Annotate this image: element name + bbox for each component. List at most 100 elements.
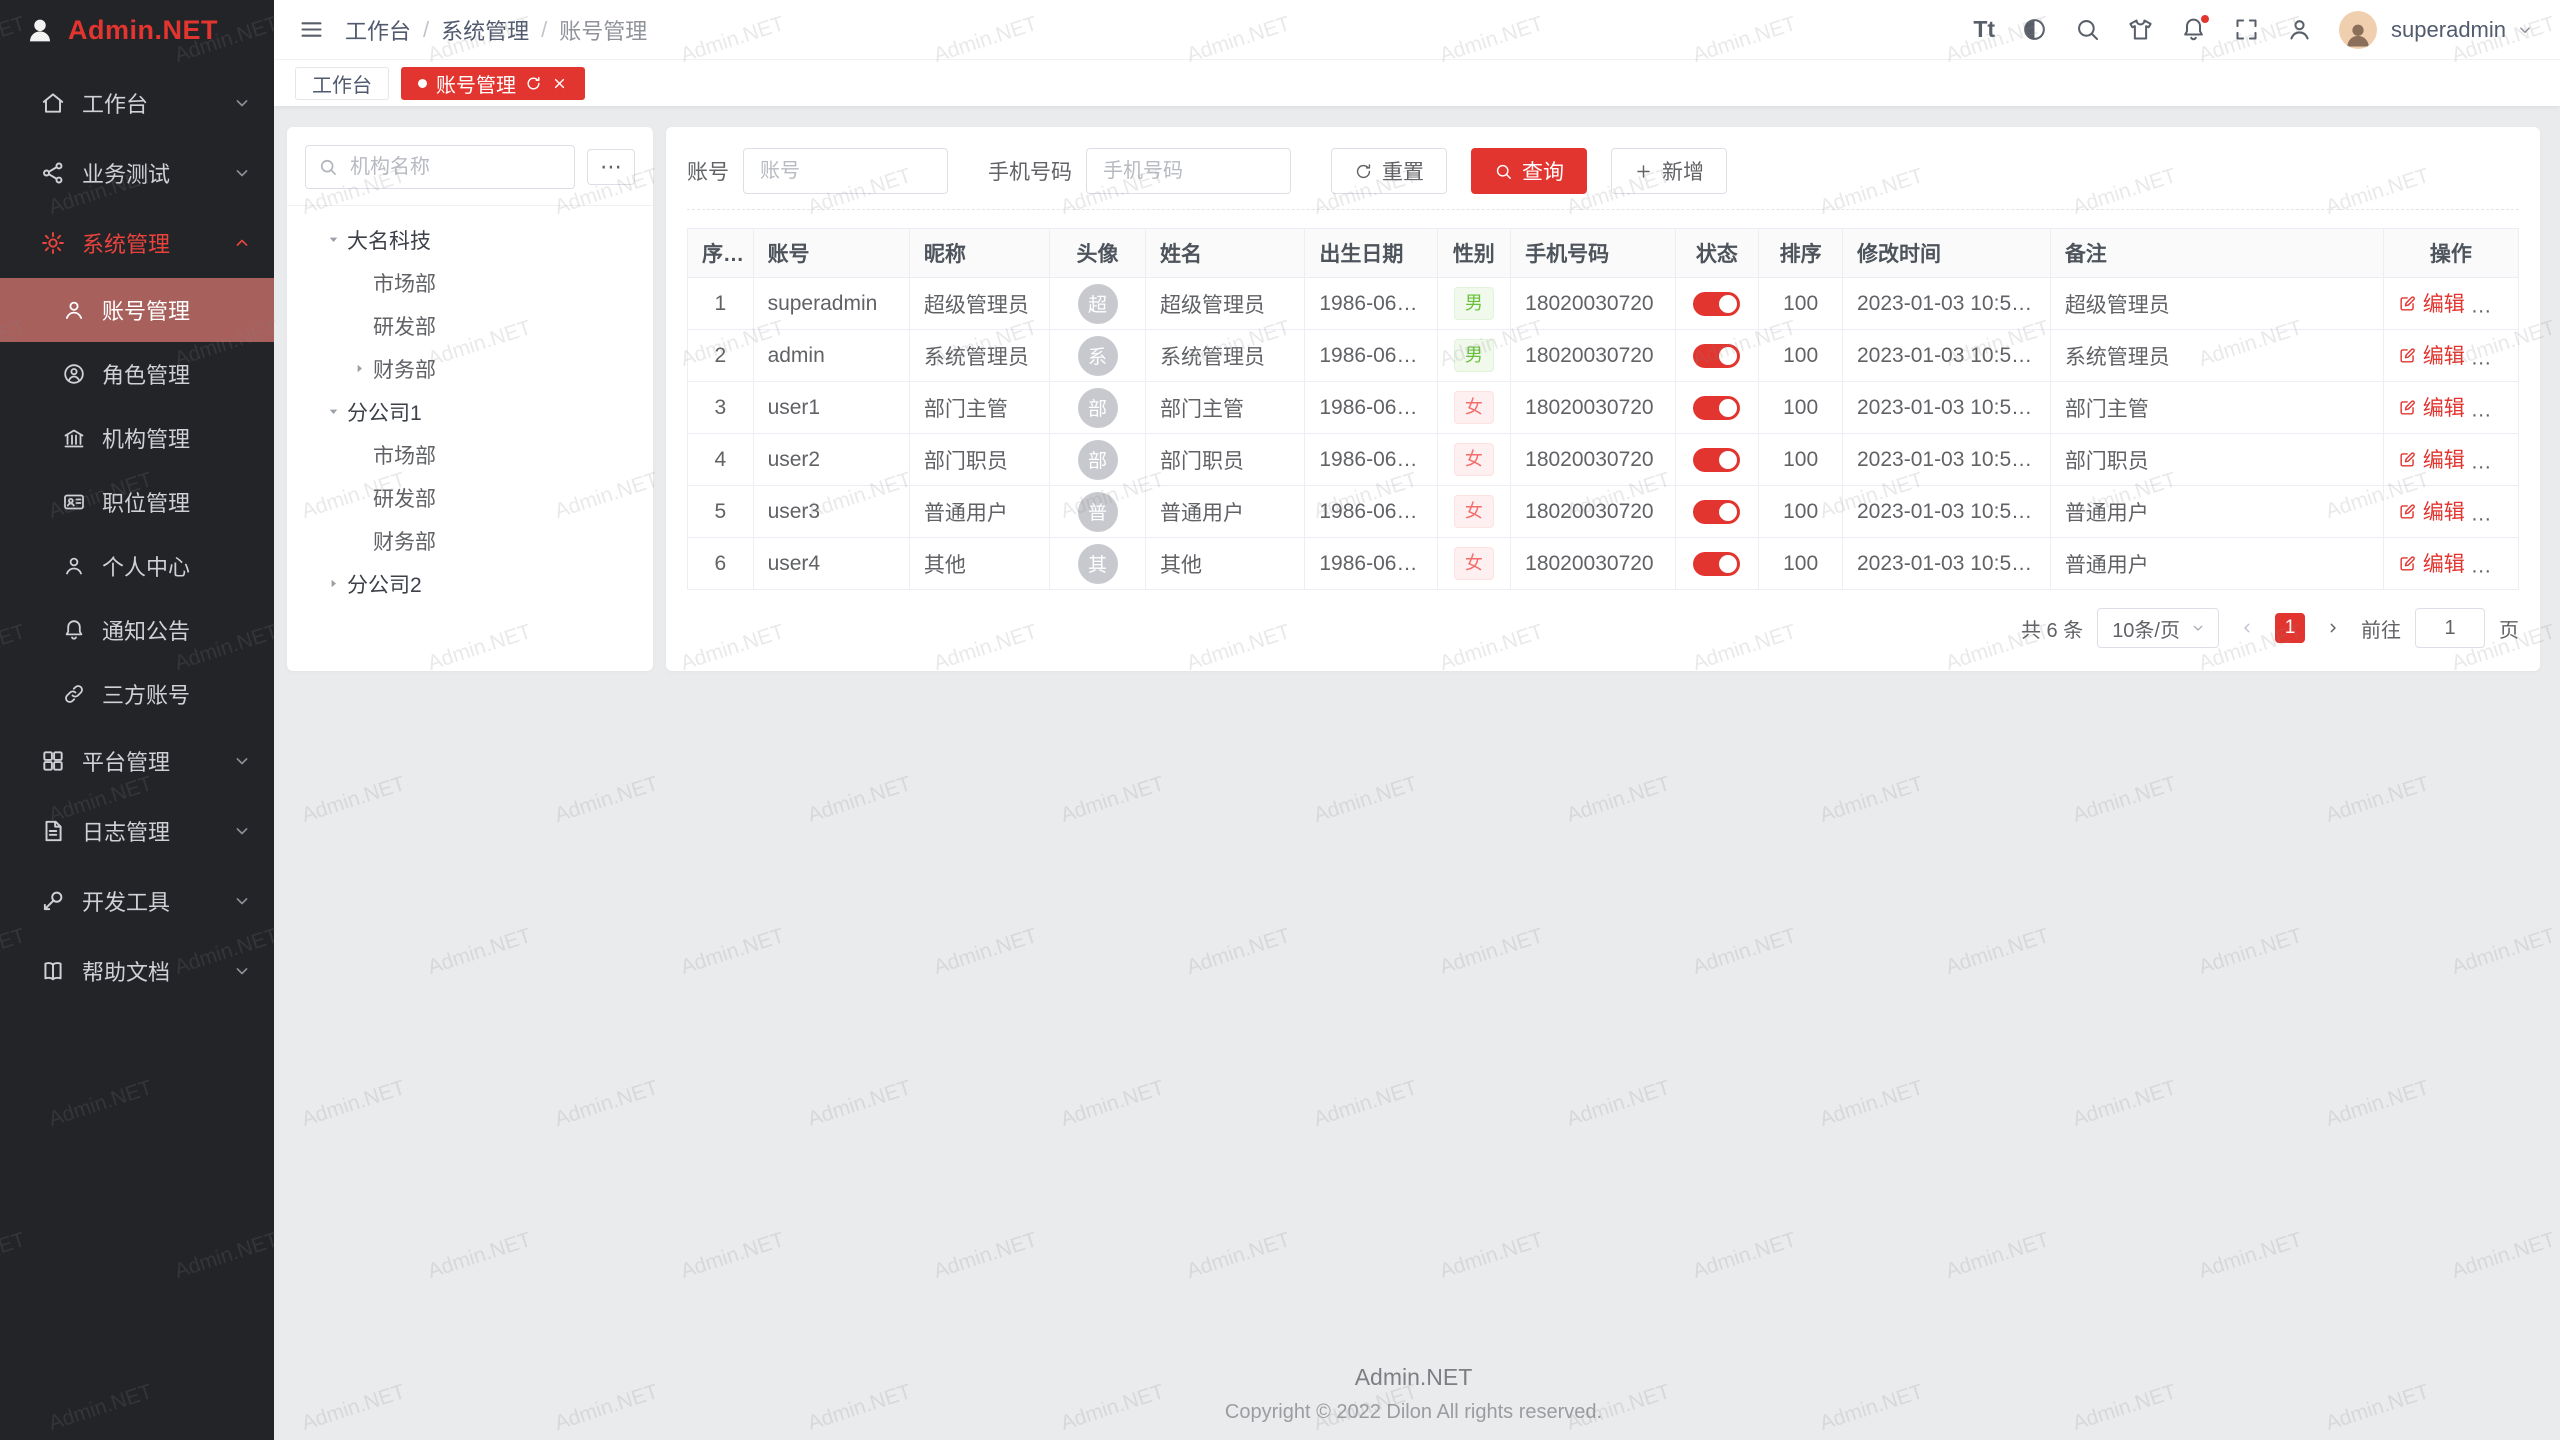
sidebar-item-position-management[interactable]: 职位管理 <box>0 470 274 534</box>
status-toggle[interactable] <box>1693 552 1740 576</box>
table-row: 6 user4 其他 其 其他 1986-06-28 女 18020030720… <box>688 538 2519 590</box>
more-actions-button[interactable]: ⋯ <box>2491 451 2513 474</box>
more-actions-button[interactable]: ⋯ <box>2491 555 2513 578</box>
caret-down-icon[interactable] <box>319 390 347 433</box>
row-avatar: 普 <box>1078 492 1118 532</box>
fullscreen-icon[interactable] <box>2233 16 2260 43</box>
sidebar-item-platform-management[interactable]: 平台管理 <box>0 726 274 796</box>
hamburger-icon[interactable] <box>298 16 325 43</box>
notification-bell-icon[interactable] <box>2180 16 2207 43</box>
edit-button[interactable]: 编辑 <box>2398 288 2465 318</box>
sidebar-item-dev-tools[interactable]: 开发工具 <box>0 866 274 936</box>
sidebar-item-personal-center[interactable]: 个人中心 <box>0 534 274 598</box>
edit-button[interactable]: 编辑 <box>2398 340 2465 370</box>
cell-name: 部门职员 <box>1145 434 1304 486</box>
tree-node[interactable]: 研发部 <box>305 304 635 347</box>
cell-modified: 2023-01-03 10:59:44 <box>1843 434 2051 486</box>
breadcrumb-item[interactable]: 系统管理 <box>441 14 529 46</box>
page-number-button[interactable]: 1 <box>2275 613 2305 643</box>
cell-gender: 女 <box>1437 538 1511 590</box>
tree-node-label: 分公司1 <box>347 397 422 427</box>
user-setting-icon[interactable] <box>2286 16 2313 43</box>
col-avatar: 头像 <box>1050 229 1146 278</box>
caret-right-icon[interactable] <box>319 562 347 605</box>
account-filter-input[interactable] <box>743 148 948 194</box>
sidebar-item-log-management[interactable]: 日志管理 <box>0 796 274 866</box>
org-tree: 大名科技 市场部 研发部 财务部 <box>305 218 635 653</box>
prev-page-button[interactable] <box>2233 614 2261 642</box>
more-actions-button[interactable]: ⋯ <box>2491 399 2513 422</box>
cell-birthdate: 1986-06-28 <box>1305 486 1437 538</box>
reset-button[interactable]: 重置 <box>1331 148 1447 194</box>
edit-button[interactable]: 编辑 <box>2398 392 2465 422</box>
next-page-button[interactable] <box>2319 614 2347 642</box>
theme-skin-icon[interactable] <box>2127 16 2154 43</box>
sidebar-item-label: 三方账号 <box>102 678 252 710</box>
more-actions-button[interactable]: ⋯ <box>2491 295 2513 318</box>
panels: ⋯ 大名科技 市场部 研发部 <box>287 127 2540 671</box>
cell-order: 100 <box>1759 278 1843 330</box>
edit-button[interactable]: 编辑 <box>2398 496 2465 526</box>
theme-mode-icon[interactable] <box>2021 16 2048 43</box>
footer-title: Admin.NET <box>287 1364 2540 1391</box>
caret-placeholder <box>345 433 373 476</box>
tree-node[interactable]: 大名科技 <box>305 218 635 261</box>
sidebar-item-notice[interactable]: 通知公告 <box>0 598 274 662</box>
username[interactable]: superadmin <box>2391 17 2506 43</box>
query-button[interactable]: 查询 <box>1471 148 1587 194</box>
breadcrumb-item[interactable]: 工作台 <box>345 14 411 46</box>
avatar[interactable] <box>2339 11 2377 49</box>
font-size-icon[interactable]: Tt <box>1973 16 1995 43</box>
sidebar-item-business-test[interactable]: 业务测试 <box>0 138 274 208</box>
page-size-select[interactable]: 10条/页 <box>2097 608 2219 648</box>
more-actions-button[interactable]: ⋯ <box>2491 347 2513 370</box>
cell-status <box>1675 278 1759 330</box>
status-toggle[interactable] <box>1693 396 1740 420</box>
edit-button[interactable]: 编辑 <box>2398 548 2465 578</box>
refresh-icon[interactable] <box>525 75 542 92</box>
tab-workbench[interactable]: 工作台 <box>295 67 389 100</box>
account-filter-label: 账号 <box>687 156 729 186</box>
gender-badge: 女 <box>1454 547 1494 579</box>
phone-filter-input[interactable] <box>1086 148 1291 194</box>
tree-node[interactable]: 研发部 <box>305 476 635 519</box>
col-account: 账号 <box>753 229 909 278</box>
status-toggle[interactable] <box>1693 500 1740 524</box>
tree-node[interactable]: 分公司2 <box>305 562 635 605</box>
cell-order: 100 <box>1759 486 1843 538</box>
sidebar-item-label: 机构管理 <box>102 422 252 454</box>
tree-node[interactable]: 市场部 <box>305 261 635 304</box>
id-card-icon <box>62 490 86 514</box>
sidebar-item-account-management[interactable]: 账号管理 <box>0 278 274 342</box>
sidebar-item-workbench[interactable]: 工作台 <box>0 68 274 138</box>
sidebar-item-label: 日志管理 <box>82 815 216 847</box>
status-toggle[interactable] <box>1693 344 1740 368</box>
search-icon[interactable] <box>2074 16 2101 43</box>
sidebar-item-help-docs[interactable]: 帮助文档 <box>0 936 274 1006</box>
status-toggle[interactable] <box>1693 292 1740 316</box>
org-more-button[interactable]: ⋯ <box>587 149 635 185</box>
sidebar-item-role-management[interactable]: 角色管理 <box>0 342 274 406</box>
org-search-input[interactable] <box>305 145 575 189</box>
tree-node[interactable]: 财务部 <box>305 519 635 562</box>
add-button[interactable]: 新增 <box>1611 148 1727 194</box>
close-icon[interactable] <box>551 75 568 92</box>
caret-down-icon[interactable] <box>319 218 347 261</box>
status-toggle[interactable] <box>1693 448 1740 472</box>
sidebar-item-org-management[interactable]: 机构管理 <box>0 406 274 470</box>
sidebar-item-third-party-account[interactable]: 三方账号 <box>0 662 274 726</box>
edit-button[interactable]: 编辑 <box>2398 444 2465 474</box>
tree-node[interactable]: 分公司1 <box>305 390 635 433</box>
link-icon <box>62 682 86 706</box>
more-actions-button[interactable]: ⋯ <box>2491 503 2513 526</box>
tree-node[interactable]: 市场部 <box>305 433 635 476</box>
cell-modified: 2023-01-03 10:59:44 <box>1843 486 2051 538</box>
caret-right-icon[interactable] <box>345 347 373 390</box>
sidebar-item-system-management[interactable]: 系统管理 <box>0 208 274 278</box>
chevron-down-icon[interactable] <box>2516 21 2534 39</box>
sidebar-item-label: 通知公告 <box>102 614 252 646</box>
breadcrumb: 工作台 / 系统管理 / 账号管理 <box>345 14 647 46</box>
tab-account-management[interactable]: 账号管理 <box>401 67 585 100</box>
tree-node[interactable]: 财务部 <box>305 347 635 390</box>
goto-page-input[interactable] <box>2415 608 2485 648</box>
